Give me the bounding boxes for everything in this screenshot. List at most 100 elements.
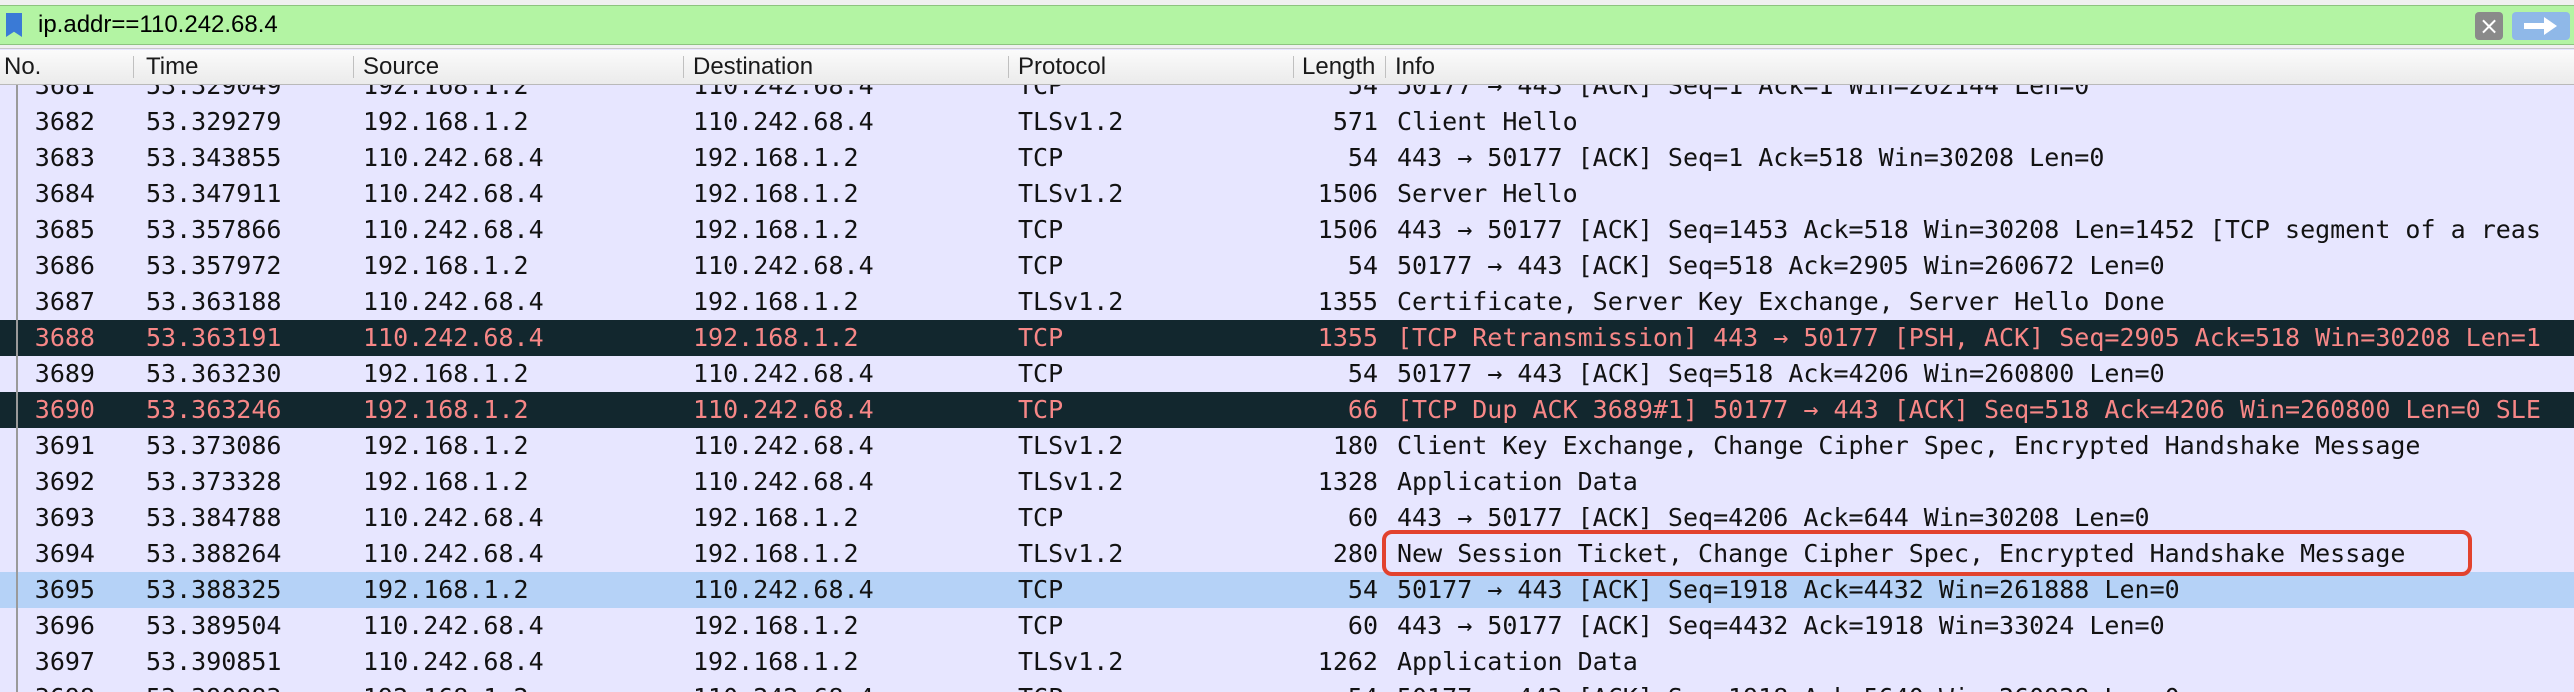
packet-destination: 110.242.68.4 [693, 85, 874, 100]
packet-destination: 110.242.68.4 [693, 395, 874, 424]
packet-row[interactable]: 3692 53.373328 192.168.1.2 110.242.68.4 TLSv… [0, 464, 2574, 500]
packet-number: 3697 [34, 647, 95, 676]
packet-time: 53.363188 [146, 287, 282, 316]
column-header-protocol[interactable]: Protocol [1018, 50, 1106, 84]
packet-destination: 192.168.1.2 [693, 647, 859, 676]
packet-length: 60 [1347, 611, 1378, 640]
packet-time: 53.388264 [146, 539, 282, 568]
column-separator[interactable] [353, 56, 354, 78]
column-header-destination[interactable]: Destination [693, 50, 813, 84]
clear-icon[interactable]: × [2475, 12, 2503, 40]
packet-number: 3690 [34, 395, 95, 424]
packet-time: 53.390851 [146, 647, 282, 676]
packet-source: 192.168.1.2 [363, 575, 529, 604]
packet-number: 3692 [34, 467, 95, 496]
packet-protocol: TCP [1018, 85, 1064, 100]
packet-protocol: TLSv1.2 [1018, 287, 1124, 316]
packet-row[interactable]: 3691 53.373086 192.168.1.2 110.242.68.4 TLSv… [0, 428, 2574, 464]
packet-time: 53.373086 [146, 431, 282, 460]
column-header-no[interactable]: No. [4, 50, 41, 84]
packet-row[interactable]: 3681 53.329049 192.168.1.2 110.242.68.4 TCP 5… [0, 85, 2574, 104]
packet-info: 50177 → 443 [ACK] Seq=1918 Ack=5640 Win=… [1397, 680, 2180, 692]
packet-length: 280 [1332, 539, 1378, 568]
bookmark-icon[interactable] [6, 13, 22, 37]
packet-row[interactable]: 3698 53.390883 192.168.1.2 110.242.68.4 TCP 5… [0, 680, 2574, 692]
packet-source: 192.168.1.2 [363, 395, 529, 424]
apply-filter-button[interactable] [2512, 12, 2570, 40]
packet-protocol: TLSv1.2 [1018, 647, 1124, 676]
packet-length: 54 [1347, 85, 1378, 100]
packet-row[interactable]: 3683 53.343855 110.242.68.4 192.168.1.2 TCP 5… [0, 140, 2574, 176]
packet-source: 110.242.68.4 [363, 323, 544, 352]
packet-number: 3695 [34, 575, 95, 604]
column-separator[interactable] [133, 56, 134, 78]
packet-source: 192.168.1.2 [363, 107, 529, 136]
column-separator[interactable] [1008, 56, 1009, 78]
packet-length: 60 [1347, 503, 1378, 532]
column-separator[interactable] [1385, 56, 1386, 78]
packet-number: 3684 [34, 179, 95, 208]
packet-length: 54 [1347, 359, 1378, 388]
packet-info: Server Hello [1397, 179, 1578, 208]
packet-destination: 110.242.68.4 [693, 107, 874, 136]
packet-number: 3686 [34, 251, 95, 280]
packet-length: 1355 [1317, 323, 1378, 352]
packet-number: 3698 [0, 680, 95, 692]
packet-destination: 192.168.1.2 [693, 611, 859, 640]
packet-source: 192.168.1.2 [363, 431, 529, 460]
packet-row[interactable]: 3689 53.363230 192.168.1.2 110.242.68.4 TCP 5… [0, 356, 2574, 392]
packet-length: 1506 [1317, 179, 1378, 208]
packet-row[interactable]: 3697 53.390851 110.242.68.4 192.168.1.2 TLSv… [0, 644, 2574, 680]
packet-info: 443 → 50177 [ACK] Seq=4432 Ack=1918 Win=… [1397, 611, 2165, 640]
packet-destination: 110.242.68.4 [693, 467, 874, 496]
column-header-time[interactable]: Time [146, 50, 198, 84]
column-separator[interactable] [683, 56, 684, 78]
display-filter-input[interactable]: ip.addr==110.242.68.4 × [0, 5, 2574, 45]
packet-destination: 110.242.68.4 [693, 251, 874, 280]
packet-time: 53.389504 [146, 611, 282, 640]
packet-time: 53.363246 [146, 395, 282, 424]
packet-info: Client Hello [1397, 107, 1578, 136]
packet-source: 110.242.68.4 [363, 539, 544, 568]
packet-length: 1355 [1317, 287, 1378, 316]
packet-destination: 192.168.1.2 [693, 143, 859, 172]
packet-info: 50177 → 443 [ACK] Seq=518 Ack=2905 Win=2… [1397, 251, 2165, 280]
packet-protocol: TCP [1018, 680, 1063, 692]
packet-info: Client Key Exchange, Change Cipher Spec,… [1397, 431, 2421, 460]
packet-protocol: TCP [1018, 251, 1064, 280]
packet-length: 1506 [1317, 215, 1378, 244]
packet-row[interactable]: 3687 53.363188 110.242.68.4 192.168.1.2 TLSv… [0, 284, 2574, 320]
packet-row[interactable]: 3686 53.357972 192.168.1.2 110.242.68.4 TCP 5… [0, 248, 2574, 284]
column-header-source[interactable]: Source [363, 50, 439, 84]
packet-time: 53.357866 [146, 215, 282, 244]
packet-destination: 192.168.1.2 [693, 539, 859, 568]
column-header-length[interactable]: Length [1302, 50, 1375, 84]
filter-text[interactable]: ip.addr==110.242.68.4 [38, 9, 278, 41]
packet-row[interactable]: 3696 53.389504 110.242.68.4 192.168.1.2 TCP 6… [0, 608, 2574, 644]
packet-protocol: TCP [1018, 215, 1064, 244]
column-header-info[interactable]: Info [1395, 50, 1435, 84]
packet-row[interactable]: 3695 53.388325 192.168.1.2 110.242.68.4 TCP 5… [0, 572, 2574, 608]
packet-protocol: TLSv1.2 [1018, 179, 1124, 208]
packet-destination: 192.168.1.2 [693, 179, 859, 208]
packet-source: 192.168.1.2 [363, 680, 529, 692]
packet-info: 50177 → 443 [ACK] Seq=518 Ack=4206 Win=2… [1397, 359, 2165, 388]
packet-source: 110.242.68.4 [363, 503, 544, 532]
packet-time: 53.357972 [146, 251, 282, 280]
packet-number: 3687 [34, 287, 95, 316]
packet-source: 110.242.68.4 [363, 611, 544, 640]
packet-list[interactable]: 3681 53.329049 192.168.1.2 110.242.68.4 TCP 5… [0, 85, 2574, 692]
packet-time: 53.347911 [146, 179, 282, 208]
packet-info: Application Data [1397, 647, 1638, 676]
packet-row[interactable]: 3684 53.347911 110.242.68.4 192.168.1.2 TLSv… [0, 176, 2574, 212]
column-separator[interactable] [1293, 56, 1294, 78]
packet-row[interactable]: 3682 53.329279 192.168.1.2 110.242.68.4 TLSv… [0, 104, 2574, 140]
packet-row[interactable]: 3688 53.363191 110.242.68.4 192.168.1.2 TCP 1… [0, 320, 2574, 356]
packet-length: 180 [1332, 431, 1378, 460]
packet-row[interactable]: 3685 53.357866 110.242.68.4 192.168.1.2 TCP 1… [0, 212, 2574, 248]
packet-number: 3691 [34, 431, 95, 460]
packet-protocol: TLSv1.2 [1018, 539, 1124, 568]
packet-time: 53.373328 [146, 467, 282, 496]
packet-destination: 192.168.1.2 [693, 503, 859, 532]
packet-row[interactable]: 3690 53.363246 192.168.1.2 110.242.68.4 TCP 6… [0, 392, 2574, 428]
